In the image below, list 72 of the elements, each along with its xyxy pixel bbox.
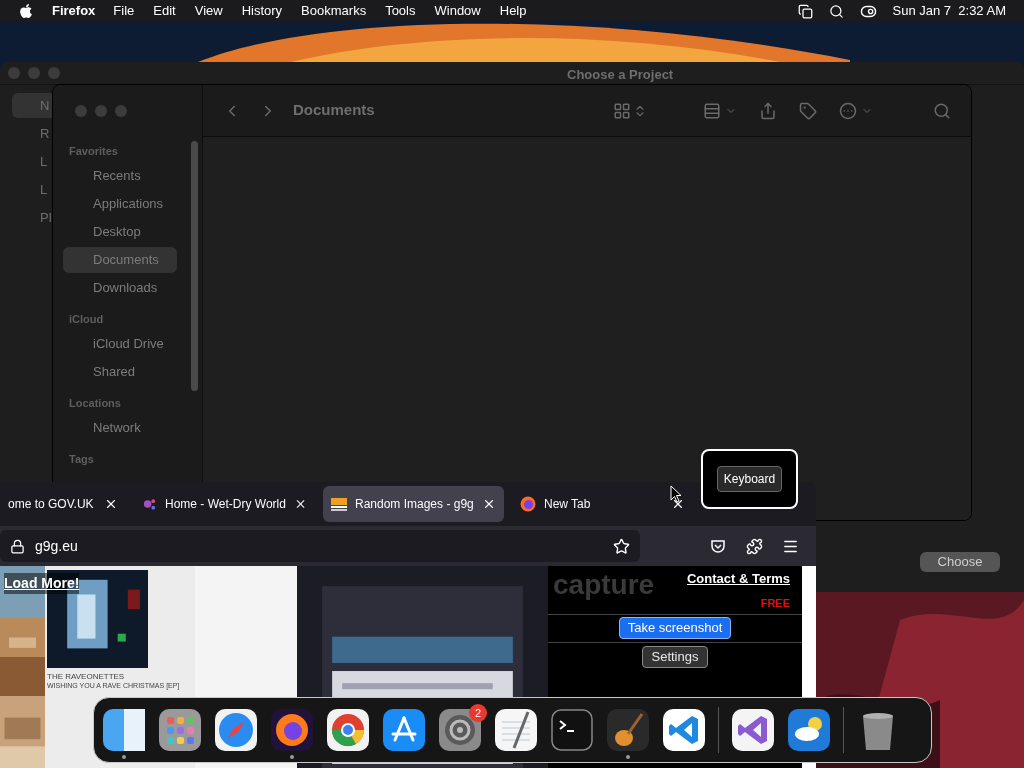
overlapping-squares-icon[interactable] bbox=[797, 3, 813, 19]
grid-view-icon[interactable] bbox=[613, 101, 631, 120]
apple-icon[interactable] bbox=[18, 3, 34, 19]
sidebar-item[interactable]: iCloud Drive bbox=[63, 331, 177, 357]
location-title: Documents bbox=[293, 100, 375, 121]
lock-icon bbox=[10, 538, 25, 554]
menu-item[interactable]: Window bbox=[434, 1, 481, 21]
flame-globe-icon[interactable] bbox=[270, 708, 314, 752]
star-icon[interactable] bbox=[613, 537, 630, 555]
app-menu[interactable]: Firefox bbox=[52, 1, 96, 21]
tab-title: ome to GOV.UK bbox=[8, 496, 94, 513]
browser-tab[interactable]: Home - Wet-Dry World bbox=[134, 486, 315, 522]
ribbon-icon[interactable] bbox=[731, 708, 775, 752]
pencil-lines-icon[interactable] bbox=[382, 708, 426, 752]
take-screenshot-button[interactable]: Take screenshot bbox=[618, 617, 732, 639]
app-grid-icon[interactable] bbox=[158, 708, 202, 752]
browser-tab[interactable]: ome to GOV.UK bbox=[0, 486, 126, 522]
album-title: THE RAVEONETTES bbox=[47, 672, 126, 681]
tab-title: Random Images - g9g bbox=[355, 496, 474, 513]
tab-title: Home - Wet-Dry World bbox=[165, 496, 286, 513]
dots-icon bbox=[142, 496, 157, 512]
choose-button[interactable]: Choose bbox=[920, 552, 1000, 572]
tag-icon[interactable] bbox=[799, 101, 817, 120]
close-icon[interactable] bbox=[482, 497, 496, 511]
ribbon-icon[interactable] bbox=[662, 708, 706, 752]
free-label: FREE bbox=[760, 595, 790, 611]
sidebar-item[interactable]: Network bbox=[63, 415, 177, 441]
sidebar-item[interactable]: Downloads bbox=[63, 275, 177, 301]
more-icon[interactable] bbox=[839, 101, 857, 120]
keyboard-button[interactable]: Keyboard bbox=[716, 466, 783, 492]
browser-tab[interactable]: Random Images - g9g bbox=[323, 486, 504, 522]
menu-item[interactable]: View bbox=[194, 1, 223, 21]
search-icon[interactable] bbox=[828, 3, 844, 19]
two-tone-tile-icon[interactable] bbox=[102, 708, 146, 752]
clock[interactable]: Sun Jan 7 2:32 AM bbox=[892, 1, 1006, 21]
sidebar-item[interactable]: Desktop bbox=[63, 219, 177, 245]
address-field[interactable]: g9g.eu bbox=[0, 530, 640, 562]
menu-item[interactable]: Bookmarks bbox=[301, 1, 367, 21]
flame-globe-icon bbox=[520, 496, 536, 512]
notepad-pen-icon[interactable] bbox=[494, 708, 538, 752]
stripes-icon bbox=[331, 496, 347, 512]
menu-item[interactable]: File bbox=[113, 1, 135, 21]
menu-item[interactable]: History bbox=[241, 1, 283, 21]
notification-badge: 2 bbox=[469, 704, 487, 722]
headline: capture bbox=[553, 569, 655, 601]
section-header: Favorites bbox=[68, 144, 119, 159]
guitar-icon[interactable] bbox=[606, 708, 650, 752]
menu-item[interactable]: Edit bbox=[153, 1, 176, 21]
section-header: Locations bbox=[68, 396, 122, 411]
puzzle-icon[interactable] bbox=[746, 537, 763, 555]
cloud-sun-icon[interactable] bbox=[787, 708, 831, 752]
sidebar-item[interactable]: Recents bbox=[63, 163, 177, 189]
section-header: iCloud bbox=[68, 312, 105, 327]
gear-icon[interactable] bbox=[438, 708, 482, 752]
window-title: Choose a Project bbox=[567, 66, 674, 84]
terminal-icon[interactable] bbox=[550, 708, 594, 752]
settings-button[interactable]: Settings bbox=[641, 646, 709, 668]
compass-icon[interactable] bbox=[214, 708, 258, 752]
mouse-pointer-icon bbox=[670, 485, 682, 503]
sidebar-item[interactable]: Shared bbox=[63, 359, 177, 385]
menu-item[interactable]: Tools bbox=[385, 1, 416, 21]
group-icon[interactable] bbox=[703, 101, 721, 120]
sidebar-item[interactable]: Applications bbox=[63, 191, 177, 217]
scrollbar[interactable] bbox=[191, 141, 198, 391]
menu-item[interactable]: Help bbox=[499, 1, 527, 21]
share-icon[interactable] bbox=[759, 101, 777, 120]
contact-link[interactable]: Contact & Terms bbox=[686, 569, 790, 589]
close-icon[interactable] bbox=[104, 497, 118, 511]
section-header: Tags bbox=[68, 452, 95, 467]
tab-title: New Tab bbox=[544, 496, 591, 513]
url-text: g9g.eu bbox=[35, 536, 78, 556]
chevron-shield-icon[interactable] bbox=[710, 538, 726, 554]
